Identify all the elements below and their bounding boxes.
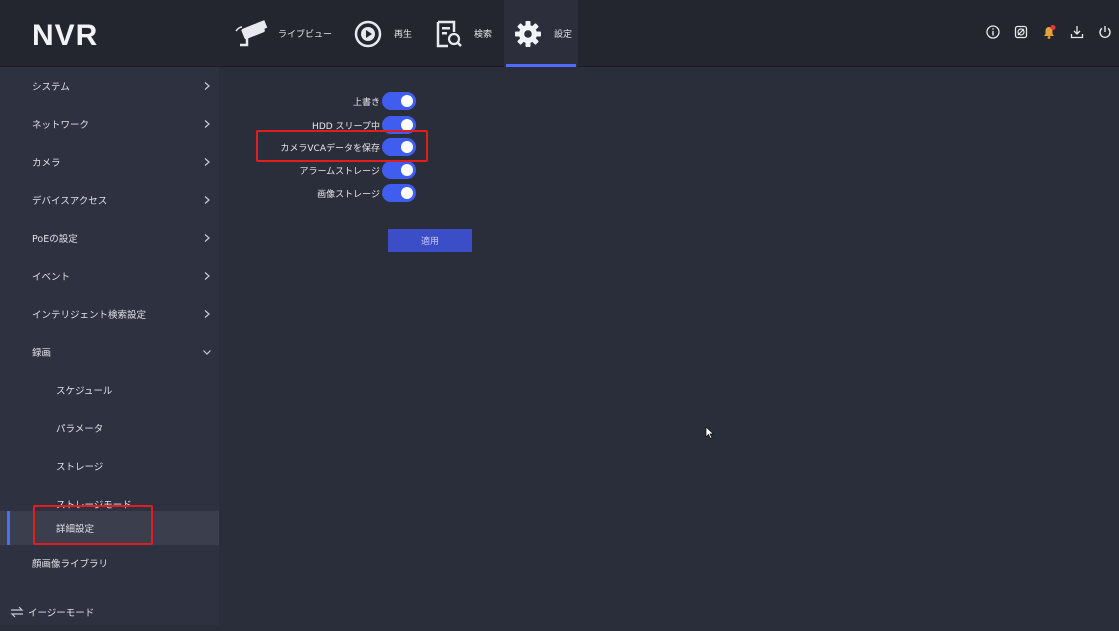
toolbar <box>983 22 1115 42</box>
toggle-knob <box>401 141 413 153</box>
save-vca-toggle[interactable] <box>382 138 416 156</box>
overwrite-toggle[interactable] <box>382 92 416 110</box>
chevron-right-icon <box>204 158 210 166</box>
nav-settings-label: 設定 <box>554 30 573 40</box>
sidebar-item-label: スケジュール <box>56 386 113 397</box>
top-bar: NVR ライブビュー 再生 検索 設定 <box>0 0 1119 67</box>
sidebar-item-label: インテリジェント検索設定 <box>32 310 147 321</box>
sidebar-item-label: カメラ <box>32 158 61 169</box>
toggle-knob <box>401 119 413 131</box>
sidebar-item-storage[interactable]: ストレージ <box>0 447 219 485</box>
setting-row-hdd-sleep: HDD スリープ中 <box>230 115 380 135</box>
sidebar-item-poe[interactable]: PoEの設定 <box>0 219 219 257</box>
app-logo: NVR <box>32 19 99 52</box>
sidebar-item-label: ストレージモード <box>56 500 132 511</box>
hdd-icon[interactable] <box>1011 22 1031 42</box>
download-icon[interactable] <box>1067 22 1087 42</box>
toggle-knob <box>401 187 413 199</box>
chevron-right-icon <box>204 310 210 318</box>
setting-label: HDD スリープ中 <box>312 121 380 132</box>
setting-label: カメラVCAデータを保存 <box>280 143 380 154</box>
swap-icon <box>10 606 24 618</box>
sidebar-item-label: パラメータ <box>56 424 104 435</box>
nav-playback[interactable]: 再生 <box>344 0 418 67</box>
alarm-bell-icon[interactable] <box>1039 22 1059 42</box>
main-nav: ライブビュー 再生 検索 設定 <box>228 0 584 67</box>
chevron-right-icon <box>204 196 210 204</box>
info-icon[interactable] <box>983 22 1003 42</box>
sidebar-item-label: PoEの設定 <box>32 234 78 245</box>
sidebar-item-camera[interactable]: カメラ <box>0 143 219 181</box>
sidebar-item-label: 顔画像ライブラリ <box>32 559 109 570</box>
sidebar-item-label: システム <box>32 82 70 93</box>
sidebar-item-network[interactable]: ネットワーク <box>0 105 219 143</box>
chevron-right-icon <box>204 272 210 280</box>
sidebar-item-label: ネットワーク <box>32 120 90 131</box>
alarm-storage-toggle[interactable] <box>382 161 416 179</box>
sidebar-item-face-library[interactable]: 顔画像ライブラリ <box>0 544 219 582</box>
sidebar-item-schedule[interactable]: スケジュール <box>0 371 219 409</box>
sidebar-item-label: 詳細設定 <box>56 524 95 535</box>
camera-icon <box>234 16 270 52</box>
hdd-sleep-toggle[interactable] <box>382 116 416 134</box>
chevron-down-icon <box>203 350 211 355</box>
power-icon[interactable] <box>1095 22 1115 42</box>
image-storage-toggle[interactable] <box>382 184 416 202</box>
setting-row-overwrite: 上書き <box>230 91 380 111</box>
sidebar-item-parameters[interactable]: パラメータ <box>0 409 219 447</box>
nav-search[interactable]: 検索 <box>424 0 498 67</box>
sidebar-item-label: イベント <box>32 272 71 283</box>
nav-settings[interactable]: 設定 <box>504 0 579 67</box>
nav-live-view[interactable]: ライブビュー <box>228 0 338 67</box>
easy-mode-link[interactable]: イージーモード <box>0 593 219 631</box>
nav-playback-label: 再生 <box>394 30 413 40</box>
sidebar-item-recording[interactable]: 録画 <box>0 333 219 371</box>
setting-row-alarm-storage: アラームストレージ <box>230 160 380 180</box>
mouse-cursor-icon <box>705 426 715 439</box>
chevron-right-icon <box>204 82 210 90</box>
chevron-right-icon <box>204 120 210 128</box>
setting-label: 上書き <box>352 97 380 108</box>
setting-label: 画像ストレージ <box>317 189 380 200</box>
sidebar-item-intelligent-search[interactable]: インテリジェント検索設定 <box>0 295 219 333</box>
sidebar-item-device-access[interactable]: デバイスアクセス <box>0 181 219 219</box>
sidebar-item-event[interactable]: イベント <box>0 257 219 295</box>
chevron-right-icon <box>204 234 210 242</box>
nav-search-label: 検索 <box>474 30 493 40</box>
sidebar-item-label: ストレージ <box>56 462 104 473</box>
search-file-icon <box>430 16 466 52</box>
gear-icon <box>510 16 546 52</box>
toggle-knob <box>401 95 413 107</box>
sidebar-item-label: 録画 <box>32 348 52 359</box>
toggle-knob <box>401 164 413 176</box>
setting-row-save-vca: カメラVCAデータを保存 <box>230 137 380 157</box>
setting-label: アラームストレージ <box>299 166 380 177</box>
sidebar-item-system[interactable]: システム <box>0 67 219 105</box>
sidebar-item-advanced[interactable]: 詳細設定 <box>0 511 219 545</box>
nav-live-view-label: ライブビュー <box>278 30 333 40</box>
setting-row-image-storage: 画像ストレージ <box>230 183 380 203</box>
sidebar-item-label: デバイスアクセス <box>32 196 108 207</box>
sidebar: システム ネットワーク カメラ デバイスアクセス PoEの設定 イベント インテ… <box>0 67 219 625</box>
easy-mode-label: イージーモード <box>28 608 95 619</box>
playback-icon <box>350 16 386 52</box>
apply-button[interactable]: 適用 <box>388 229 472 252</box>
